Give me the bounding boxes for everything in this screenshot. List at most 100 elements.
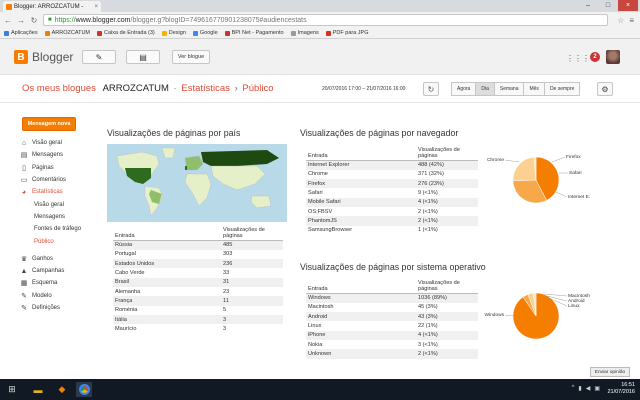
back-icon[interactable]: ← <box>4 16 12 25</box>
table-row: iPhone 4 (<1%) <box>306 330 478 340</box>
row-value: 276 (23%) <box>416 179 478 189</box>
bookmark-item[interactable]: ARROZCATUM <box>44 30 90 36</box>
file-explorer-icon[interactable]: ▬ <box>30 382 46 397</box>
row-value: 22 (1%) <box>418 323 438 330</box>
browser-tab[interactable]: Blogger: ARROZCATUM - × <box>3 1 101 12</box>
browser-menu-icon[interactable]: ≡ <box>629 16 634 25</box>
bookmark-item[interactable]: Aplicações <box>4 30 38 36</box>
os-col-entry: Entrada <box>306 279 416 294</box>
bookmark-favicon-icon <box>192 30 198 36</box>
row-label: Internet Explorer <box>306 160 416 170</box>
sidebar-item[interactable]: ▲ Campanhas <box>20 265 100 277</box>
tray-up-icon[interactable]: ^ <box>572 385 575 392</box>
table-row: PhantomJS 2 (<1%) <box>306 216 478 226</box>
table-row: Windows 1036 (89%) <box>306 293 478 303</box>
sidebar-item[interactable]: Visão geral <box>20 198 100 210</box>
app-icon[interactable]: ◆ <box>54 382 70 397</box>
window-controls: – □ × <box>578 0 638 11</box>
address-bar[interactable]: ■ https://www.blogger.com/blogger.g?blog… <box>43 14 609 26</box>
row-value: 31 <box>221 277 283 287</box>
brand-name: Blogger <box>32 50 74 64</box>
new-post-pencil-button[interactable]: ✎ <box>82 50 116 64</box>
blog-name[interactable]: ARROZCATUM <box>103 83 169 94</box>
notifications-badge[interactable]: 2 <box>590 52 600 62</box>
bookmark-star-icon[interactable]: ☆ <box>617 16 624 25</box>
breadcrumb-audience: Público <box>242 83 274 94</box>
row-label: Cabo Verde <box>115 270 145 277</box>
sidebar-item[interactable]: ♛ Ganhos <box>20 253 100 265</box>
close-window-icon[interactable]: × <box>618 0 638 11</box>
campaign-icon: ▲ <box>20 267 28 275</box>
breadcrumb-stats[interactable]: Estatísticas <box>181 83 230 94</box>
document-icon: ▤ <box>139 52 147 62</box>
period-button[interactable]: Agora <box>451 82 477 96</box>
row-value: 485 <box>221 240 283 250</box>
breadcrumb-separator: · <box>173 83 177 94</box>
sidebar-item[interactable]: ⌂ Visão geral <box>20 137 100 149</box>
windows-taskbar: ⊞ ▬ ◆ ^ ▮ ◀ ▣ 16:51 21/07/2016 <box>0 379 640 400</box>
bookmark-item[interactable]: Imagens <box>290 30 319 36</box>
new-post-button[interactable]: Mensagem nova <box>22 117 76 131</box>
period-button[interactable]: Dia <box>475 82 495 96</box>
browsers-pie-chart: Chrome Firefox Safari Internet E. <box>487 154 590 204</box>
period-button[interactable]: Mês <box>523 82 545 96</box>
refresh-button[interactable]: ↻ <box>423 82 439 96</box>
row-label: França <box>113 296 221 306</box>
sidebar-item[interactable]: Público <box>20 235 100 247</box>
sidebar-item[interactable]: ▯ Páginas <box>20 162 100 174</box>
sidebar-item-label: Esquema <box>32 280 58 287</box>
sidebar-item[interactable]: ▦ Esquema <box>20 277 100 289</box>
volume-icon[interactable]: ◀ <box>586 385 591 392</box>
bookmark-label: Google <box>199 30 218 36</box>
bookmark-item[interactable]: BPI Net - Pagamento <box>224 30 284 36</box>
breadcrumb: Os meus blogues ARROZCATUM · Estatística… <box>22 83 274 94</box>
sidebar-item[interactable]: ✎ Modelo <box>20 290 100 302</box>
system-tray: ^ ▮ ◀ ▣ <box>572 385 600 392</box>
bookmark-item[interactable]: Design <box>161 30 186 36</box>
sidebar-item[interactable]: ◕ Estatísticas <box>20 186 100 198</box>
chrome-icon[interactable] <box>76 382 92 397</box>
table-row: SamsungBrowser 1 (<1%) <box>306 226 478 235</box>
sidebar-item[interactable]: Fontes de tráfego <box>20 223 100 235</box>
bookmark-item[interactable]: PDF para JPG <box>325 30 369 36</box>
os-table: Entrada Visualizações de páginas Windows… <box>306 279 478 359</box>
row-value: 9 (<1%) <box>418 190 438 197</box>
tab-close-icon[interactable]: × <box>94 4 101 10</box>
sidebar: ⌂ Visão geral ▤ Mensagens ▯ Páginas ▭ Comentári… <box>20 137 100 314</box>
settings-button[interactable]: ⚙ <box>597 82 613 96</box>
bookmark-item[interactable]: Caixa de Entrada (3) <box>97 30 155 36</box>
map-portugal <box>185 166 187 170</box>
bookmark-item[interactable]: Google <box>192 30 218 36</box>
language-icon[interactable]: ▣ <box>594 385 600 392</box>
view-posts-button[interactable]: ▤ <box>126 50 160 64</box>
taskbar-clock[interactable]: 16:51 21/07/2016 <box>607 382 635 396</box>
layout-icon: ▦ <box>20 280 28 288</box>
table-row: Mobile Safari 4 (<1%) <box>306 197 478 207</box>
table-row: Rússia 485 <box>113 240 283 250</box>
sidebar-item[interactable]: ▭ Comentários <box>20 174 100 186</box>
blogger-logo[interactable]: B Blogger <box>14 50 73 64</box>
browsers-col-entry: Entrada <box>306 146 416 161</box>
network-icon[interactable]: ▮ <box>578 385 581 392</box>
reload-icon[interactable]: ↻ <box>30 16 38 25</box>
sidebar-item[interactable]: ✎ Definições <box>20 302 100 314</box>
windows-start-icon[interactable]: ⊞ <box>4 382 20 397</box>
sidebar-item-label: Modelo <box>32 292 52 299</box>
send-feedback-button[interactable]: Enviar opinião <box>590 367 630 377</box>
avatar[interactable] <box>606 50 620 64</box>
sidebar-item-label: Comentários <box>32 177 67 184</box>
maximize-icon[interactable]: □ <box>598 0 618 11</box>
apps-grid-icon[interactable]: ⋮⋮⋮ <box>566 54 590 63</box>
bookmark-label: Design <box>168 30 186 36</box>
breadcrumb-arrow: › <box>234 83 238 94</box>
view-blog-button[interactable]: Ver blogue <box>172 50 210 64</box>
sidebar-item[interactable]: ▤ Mensagens <box>20 149 100 161</box>
forward-icon[interactable]: → <box>17 16 25 25</box>
minimize-icon[interactable]: – <box>578 0 598 11</box>
clock-time: 16:51 <box>621 382 635 388</box>
period-button[interactable]: De sempre <box>543 82 581 96</box>
sidebar-item[interactable]: Mensagens <box>20 211 100 223</box>
period-button[interactable]: Semana <box>493 82 525 96</box>
my-blogs-link[interactable]: Os meus blogues <box>22 83 96 94</box>
sidebar-item-label: Páginas <box>32 164 54 171</box>
